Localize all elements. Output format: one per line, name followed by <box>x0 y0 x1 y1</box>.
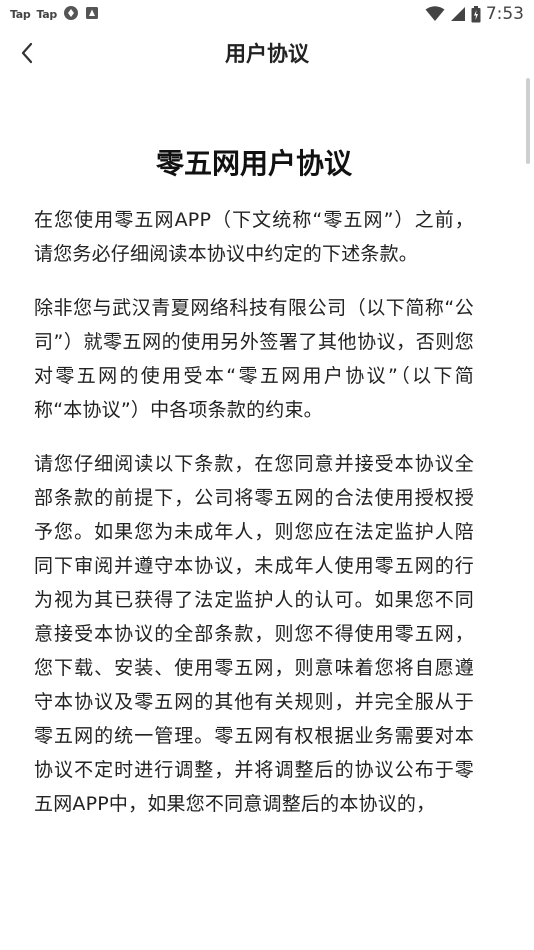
status-bar: Tap Tap 7:53 <box>0 0 534 28</box>
agreement-paragraph: 请您仔细阅读以下条款，在您同意并接受本协议全部条款的前提下，公司将零五网的合法使… <box>34 453 474 815</box>
page-title: 用户协议 <box>225 42 309 66</box>
status-bar-left: Tap Tap <box>10 5 99 24</box>
document-title: 零五网用户协议 <box>155 147 352 180</box>
battery-icon <box>471 5 481 23</box>
wifi-icon <box>425 6 445 22</box>
clock: 7:53 <box>485 4 524 24</box>
app-bar: 用户协议 <box>0 28 534 78</box>
agreement-paragraph: 在您使用零五网APP（下文统称“零五网”）之前，请您务必仔细阅读本协议中约定的下… <box>34 209 474 265</box>
status-bar-right: 7:53 <box>425 4 524 24</box>
notification-icon <box>85 6 99 23</box>
back-button[interactable] <box>10 36 44 70</box>
sync-icon <box>63 5 79 24</box>
agreement-paragraph: 除非您与武汉青夏网络科技有限公司（以下简称“公司”）就零五网的使用另外签署了其他… <box>34 297 474 421</box>
taptap-icon: Tap <box>36 7 57 21</box>
scrollbar[interactable] <box>526 78 530 164</box>
signal-icon <box>450 6 466 22</box>
chevron-left-icon <box>21 42 33 64</box>
taptap-icon: Tap <box>10 7 31 21</box>
agreement-content: 零五网用户协议 在您使用零五网APP（下文统称“零五网”）之前，请您务必仔细阅读… <box>34 78 474 821</box>
